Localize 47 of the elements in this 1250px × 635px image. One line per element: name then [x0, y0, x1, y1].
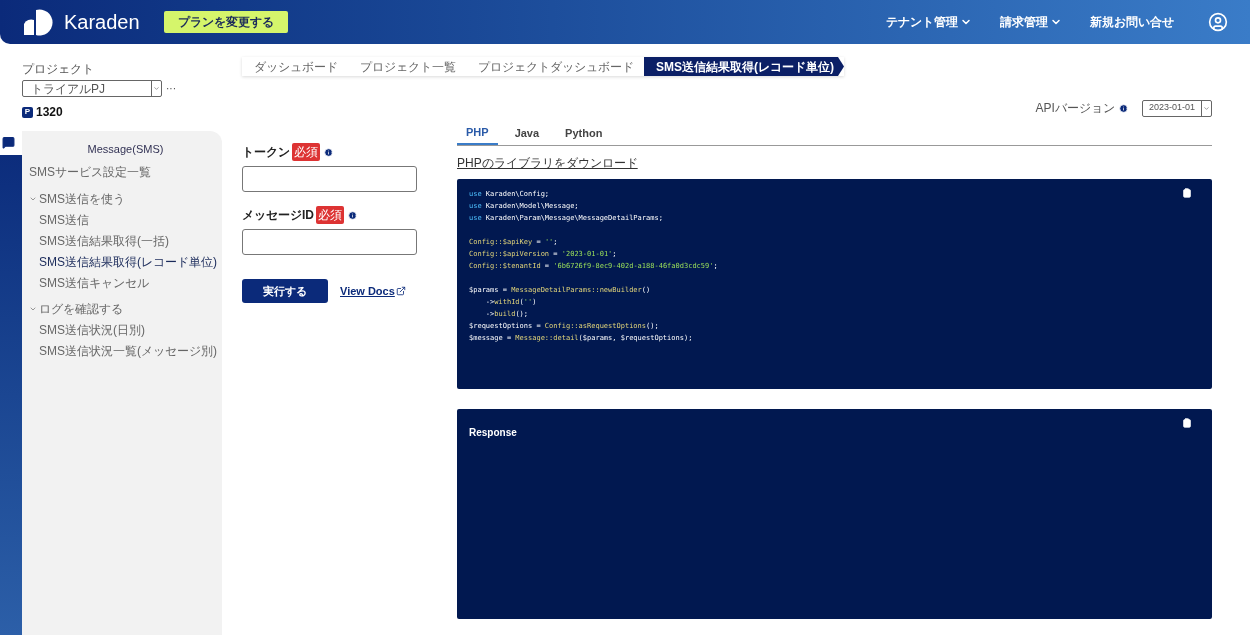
menu-item[interactable]: SMS送信 — [29, 210, 222, 229]
menu-group-toggle[interactable]: SMS送信を使う — [29, 189, 222, 208]
points-value: 1320 — [36, 104, 63, 121]
response-title: Response — [469, 427, 517, 438]
caret-icon — [153, 85, 160, 92]
project-select[interactable]: トライアルPJ — [22, 80, 162, 97]
required-tag: 必須 — [316, 206, 344, 224]
project-label: プロジェクト — [22, 61, 95, 78]
field-label: メッセージID — [242, 207, 314, 224]
menu-item[interactable]: SMS送信状況(日別) — [29, 320, 222, 339]
field-label: トークン — [242, 144, 290, 161]
nav-menu-item[interactable]: 請求管理 — [1000, 13, 1062, 31]
view-docs-link[interactable]: View Docs — [340, 282, 406, 300]
menu-item[interactable]: SMS送信状況一覧(メッセージ別) — [29, 341, 222, 360]
chat-icon[interactable] — [2, 136, 15, 149]
menu-item[interactable]: SMS送信結果取得(レコード単位) — [29, 252, 222, 271]
text-input[interactable] — [242, 166, 417, 192]
clipboard-icon[interactable] — [1182, 418, 1192, 428]
change-plan-button[interactable]: プランを変更する — [163, 11, 288, 33]
language-tab[interactable]: Python — [556, 121, 612, 145]
info-icon — [348, 210, 357, 220]
api-version-select[interactable]: 2023-01-01 — [1141, 99, 1212, 117]
menu-group-toggle[interactable]: ログを確認する — [29, 299, 222, 318]
menu-item[interactable]: SMS送信キャンセル — [29, 273, 222, 292]
logo-icon — [22, 8, 56, 36]
required-tag: 必須 — [292, 143, 320, 161]
menu-item[interactable]: SMS送信結果取得(一括) — [29, 231, 222, 250]
nav-menu-item[interactable]: テナント管理 — [886, 13, 972, 31]
nav-menu-item[interactable]: 新規お問い合せ — [1090, 13, 1174, 31]
api-version-label: APIバージョン — [1035, 100, 1115, 117]
info-icon — [1118, 103, 1128, 113]
external-link-icon — [395, 286, 406, 296]
breadcrumb-item[interactable]: SMS送信結果取得(レコード単位) — [644, 57, 844, 76]
text-input[interactable] — [242, 229, 417, 255]
caret-icon — [1203, 104, 1210, 112]
language-tab[interactable]: PHP — [457, 121, 498, 145]
menu-link[interactable]: SMSサービス設定一覧 — [29, 162, 222, 181]
language-tab[interactable]: Java — [505, 121, 549, 145]
download-link[interactable]: PHPのライブラリをダウンロード — [457, 154, 638, 172]
brand-name: Karaden — [64, 10, 140, 35]
info-icon — [324, 147, 333, 157]
points-badge: P — [22, 106, 33, 118]
run-button[interactable]: 実行する — [242, 279, 328, 303]
clipboard-icon[interactable] — [1182, 188, 1192, 198]
more-button[interactable]: ··· — [166, 81, 176, 96]
user-avatar-icon[interactable] — [1208, 12, 1228, 32]
menu-title: Message(SMS) — [87, 142, 164, 157]
